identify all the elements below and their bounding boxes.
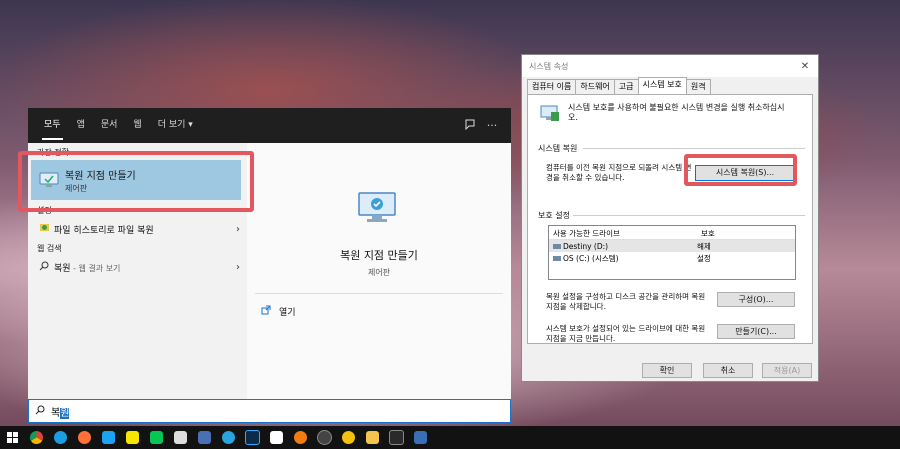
dialog-tabs: 컴퓨터 이름 하드웨어 고급 시스템 보호 원격	[527, 77, 711, 94]
system-protection-icon	[540, 103, 560, 126]
twitter-icon[interactable]	[96, 426, 120, 449]
search-query-selected: 원	[60, 407, 70, 419]
create-description: 시스템 보호가 설정되어 있는 드라이브에 대한 복원 지점을 지금 만듭니다.	[546, 324, 706, 343]
search-icon	[34, 261, 54, 274]
system-properties-icon[interactable]	[408, 426, 432, 449]
tab-documents[interactable]: 문서	[93, 108, 126, 143]
drive-name: Destiny (D:)	[563, 241, 609, 251]
photoshop-icon[interactable]	[240, 426, 264, 449]
tab-remote[interactable]: 원격	[685, 79, 711, 94]
col-drive[interactable]: 사용 가능한 드라이브	[549, 226, 697, 239]
drive-state: 설정	[697, 253, 711, 263]
create-button[interactable]: 만들기(C)...	[717, 324, 795, 339]
search-query[interactable]: 복원	[51, 404, 70, 419]
search-query-prefix: 복	[51, 407, 61, 419]
tab-apps[interactable]: 앱	[69, 108, 93, 143]
search-input[interactable]: 복원	[28, 399, 511, 423]
web-result-sublabel: - 웹 결과 보기	[70, 263, 121, 273]
app-icon[interactable]	[312, 426, 336, 449]
feedback-icon[interactable]	[459, 118, 481, 133]
search-icon	[29, 405, 51, 418]
restore-group-label: 시스템 복원	[538, 144, 578, 153]
configure-button[interactable]: 구성(O)...	[717, 292, 795, 307]
system-properties-dialog: 시스템 속성 ✕ 컴퓨터 이름 하드웨어 고급 시스템 보호 원격 시스템 보호…	[521, 54, 819, 382]
apply-button[interactable]: 적용(A)	[762, 363, 812, 378]
ok-button[interactable]: 확인	[642, 363, 692, 378]
kakaotalk-icon[interactable]	[120, 426, 144, 449]
notion-icon[interactable]	[264, 426, 288, 449]
file-history-icon	[34, 222, 54, 236]
chevron-right-icon[interactable]: ›	[229, 224, 247, 235]
open-label: 열기	[279, 308, 296, 318]
divider	[255, 293, 503, 294]
result-detail-pane: 복원 지점 만들기 제어판 열기	[247, 143, 511, 399]
chevron-right-icon[interactable]: ›	[229, 262, 247, 273]
protection-group-label: 보호 설정	[538, 211, 570, 220]
cancel-button[interactable]: 취소	[703, 363, 753, 378]
more-options-icon[interactable]: ···	[481, 119, 503, 132]
drive-row[interactable]: OS (C:) (시스템) 설정	[549, 252, 795, 264]
col-protection[interactable]: 보호	[697, 226, 795, 239]
configure-description: 복원 설정을 구성하고 디스크 공간을 관리하며 복원 지점을 삭제합니다.	[546, 292, 706, 311]
system-protection-page: 시스템 보호를 사용하여 불필요한 시스템 변경을 실행 취소하십시오. 시스템…	[527, 94, 813, 344]
tab-computer-name[interactable]: 컴퓨터 이름	[527, 79, 577, 94]
epic-games-icon[interactable]	[384, 426, 408, 449]
tab-system-protection[interactable]: 시스템 보호	[637, 77, 687, 94]
taskbar	[0, 426, 900, 449]
detail-title: 복원 지점 만들기	[340, 249, 418, 262]
restore-description: 컴퓨터를 이전 복원 지점으로 되돌려 시스템 변경을 취소할 수 있습니다.	[546, 163, 692, 182]
drive-name: OS (C:) (시스템)	[563, 253, 619, 263]
tab-web[interactable]: 웹	[125, 108, 149, 143]
settings-result-label: 파일 히스토리로 파일 복원	[54, 225, 154, 236]
dialog-title: 시스템 속성	[529, 61, 569, 71]
group-divider	[573, 215, 805, 216]
intro-text: 시스템 보호를 사용하여 불필요한 시스템 변경을 실행 취소하십시오.	[568, 103, 785, 122]
calendar-icon[interactable]	[168, 426, 192, 449]
windows-start-icon[interactable]	[0, 426, 24, 449]
settings-result[interactable]: 파일 히스토리로 파일 복원 ›	[28, 220, 247, 238]
line-icon[interactable]	[144, 426, 168, 449]
tab-hardware[interactable]: 하드웨어	[575, 79, 615, 94]
drive-row[interactable]: Destiny (D:) 해제	[549, 240, 795, 252]
tab-all[interactable]: 모두	[36, 108, 69, 143]
drive-icon	[553, 243, 561, 249]
open-icon	[261, 305, 271, 318]
firefox-icon[interactable]	[72, 426, 96, 449]
tab-more[interactable]: 더 보기 ▾	[150, 108, 201, 143]
web-search-heading: 웹 검색	[37, 244, 62, 253]
highlight-box	[684, 154, 797, 186]
group-divider	[583, 148, 805, 149]
search-app-icon[interactable]	[288, 426, 312, 449]
detail-subtitle: 제어판	[367, 268, 391, 277]
restore-point-large-icon	[357, 191, 397, 228]
web-result[interactable]: 복원 - 웹 결과 보기 ›	[28, 258, 247, 276]
tab-advanced[interactable]: 고급	[613, 79, 639, 94]
open-action[interactable]: 열기	[261, 305, 296, 318]
highlight-box	[18, 151, 254, 212]
search-tabs: 모두 앱 문서 웹 더 보기 ▾ ···	[28, 108, 511, 143]
web-result-label: 복원	[54, 263, 71, 274]
drive-list-header: 사용 가능한 드라이브 보호	[549, 226, 795, 240]
media-player-icon[interactable]	[336, 426, 360, 449]
edge-icon[interactable]	[48, 426, 72, 449]
save-icon[interactable]	[192, 426, 216, 449]
telegram-icon[interactable]	[216, 426, 240, 449]
drive-state: 해제	[697, 241, 711, 251]
system-drive-icon	[553, 255, 561, 261]
dialog-titlebar[interactable]: 시스템 속성 ✕	[522, 55, 818, 77]
file-explorer-icon[interactable]	[360, 426, 384, 449]
chrome-icon[interactable]	[24, 426, 48, 449]
drive-list[interactable]: 사용 가능한 드라이브 보호 Destiny (D:) 해제 OS (C:) (…	[548, 225, 796, 280]
close-icon[interactable]: ✕	[792, 61, 818, 72]
